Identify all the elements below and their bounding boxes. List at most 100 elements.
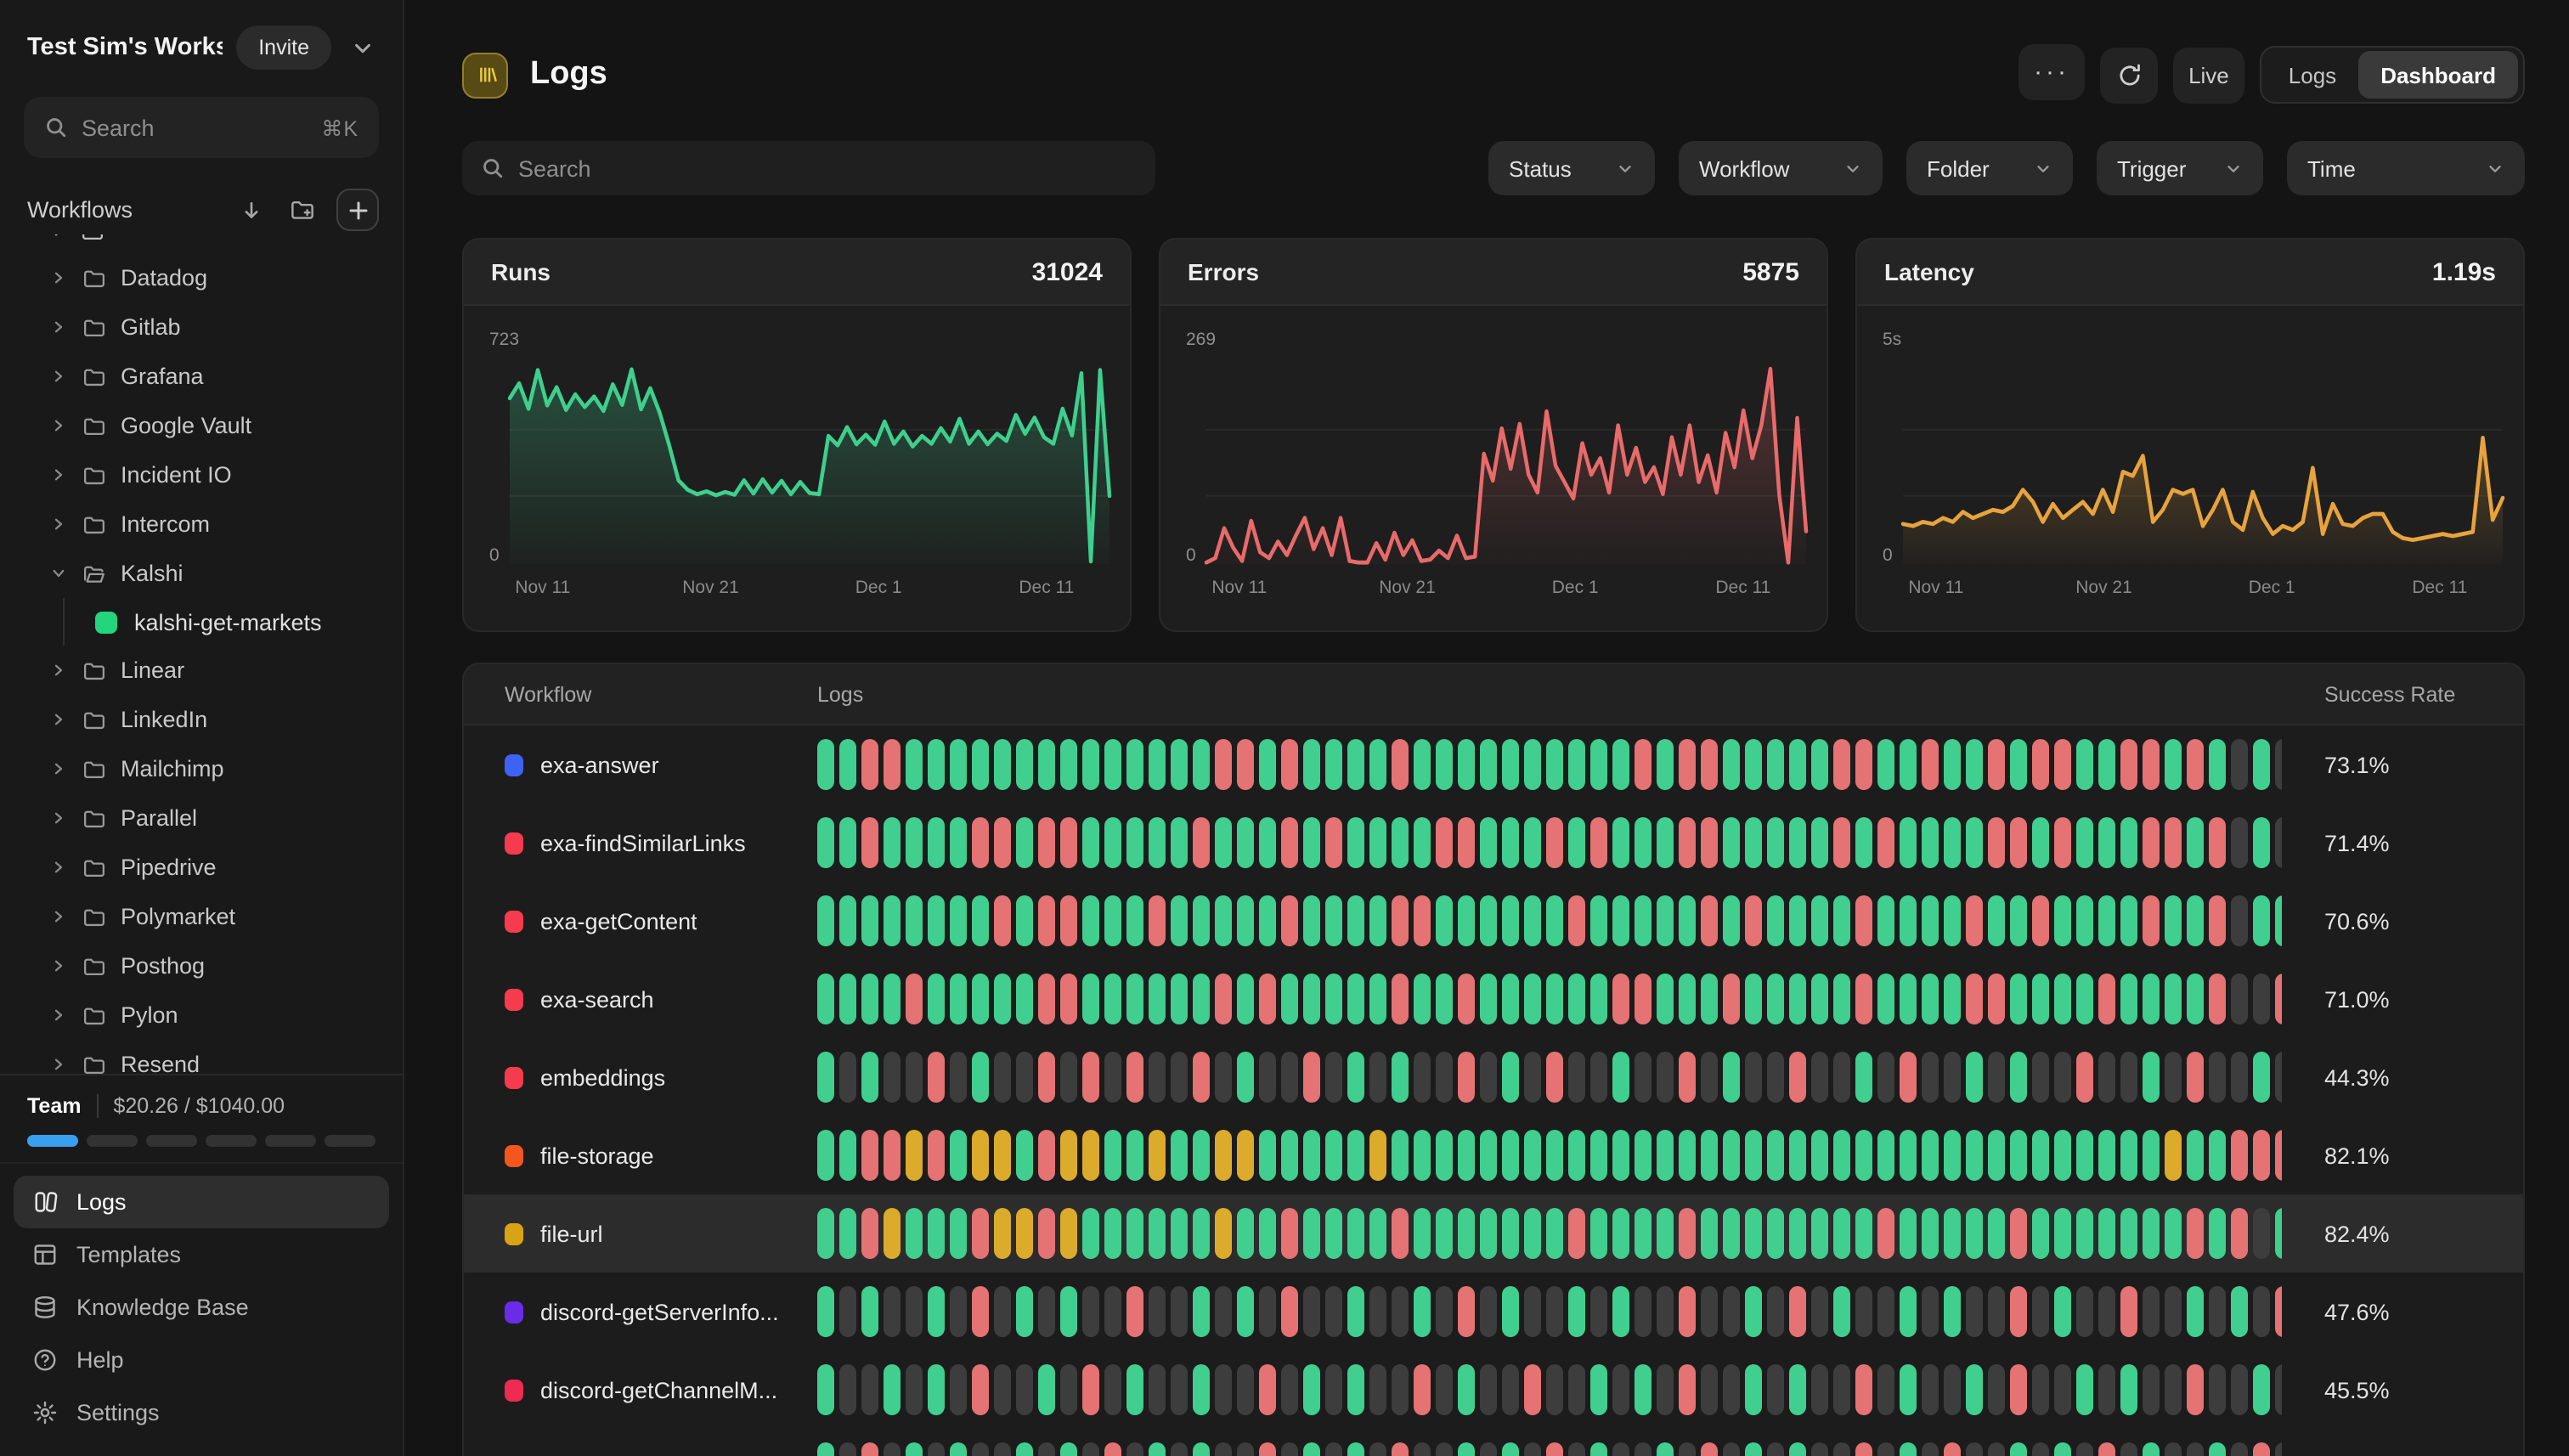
log-status-bar[interactable] (1988, 1130, 2005, 1181)
log-status-bar[interactable] (1060, 895, 1077, 946)
log-status-bar[interactable] (2143, 973, 2160, 1024)
log-status-bar[interactable] (2098, 1208, 2115, 1259)
log-status-bar[interactable] (839, 1208, 856, 1259)
log-status-bar[interactable] (1723, 1052, 1740, 1103)
log-status-bar[interactable] (2010, 1442, 2027, 1456)
folder-item-gitlab[interactable]: Gitlab (0, 302, 403, 352)
log-status-bar[interactable] (1126, 1364, 1143, 1415)
log-status-bar[interactable] (1789, 895, 1806, 946)
log-status-bar[interactable] (817, 973, 834, 1024)
log-status-bar[interactable] (1679, 1364, 1696, 1415)
log-status-bar[interactable] (2010, 817, 2027, 868)
log-status-bar[interactable] (1701, 1052, 1718, 1103)
log-status-bar[interactable] (1568, 1130, 1585, 1181)
log-status-bar[interactable] (1811, 973, 1828, 1024)
log-status-bar[interactable] (1855, 1130, 1872, 1181)
log-status-bar[interactable] (1171, 1130, 1188, 1181)
log-status-bar[interactable] (1900, 1442, 1917, 1456)
log-status-bar[interactable] (2054, 817, 2071, 868)
log-status-bar[interactable] (1811, 1208, 1828, 1259)
log-status-bar[interactable] (1126, 1208, 1143, 1259)
log-status-bar[interactable] (861, 973, 878, 1024)
log-status-bar[interactable] (884, 1208, 901, 1259)
toggle-dashboard[interactable]: Dashboard (2358, 51, 2518, 99)
log-status-bar[interactable] (1944, 1052, 1961, 1103)
log-status-bar[interactable] (1104, 1208, 1121, 1259)
log-status-bar[interactable] (1171, 895, 1188, 946)
log-status-bar[interactable] (1237, 1364, 1254, 1415)
log-status-bar[interactable] (861, 817, 878, 868)
log-status-bar[interactable] (1458, 973, 1475, 1024)
log-status-bar[interactable] (1104, 739, 1121, 790)
log-status-bar[interactable] (2143, 1208, 2160, 1259)
logs-search-input[interactable]: Search (462, 141, 1155, 195)
log-status-bar[interactable] (2209, 817, 2226, 868)
log-status-bar[interactable] (1612, 739, 1629, 790)
log-status-bar[interactable] (1701, 1286, 1718, 1337)
log-status-bar[interactable] (1988, 817, 2005, 868)
log-status-bar[interactable] (1104, 1130, 1121, 1181)
log-status-bar[interactable] (884, 895, 901, 946)
log-status-bar[interactable] (1303, 1208, 1320, 1259)
log-status-bar[interactable] (1414, 1286, 1431, 1337)
log-status-bar[interactable] (906, 1364, 923, 1415)
log-status-bar[interactable] (972, 1364, 989, 1415)
folder-item-google-vault[interactable]: Google Vault (0, 401, 403, 450)
log-status-bar[interactable] (1303, 895, 1320, 946)
log-status-bar[interactable] (1215, 1442, 1232, 1456)
log-status-bar[interactable] (950, 1364, 967, 1415)
log-status-bar[interactable] (839, 973, 856, 1024)
log-status-bar[interactable] (1436, 817, 1453, 868)
log-status-bar[interactable] (1149, 1052, 1166, 1103)
log-status-bar[interactable] (1767, 1442, 1784, 1456)
log-status-bar[interactable] (2275, 973, 2282, 1024)
log-status-bar[interactable] (1414, 973, 1431, 1024)
log-status-bar[interactable] (1259, 1208, 1276, 1259)
log-status-bar[interactable] (1855, 1364, 1872, 1415)
log-status-bar[interactable] (2165, 895, 2182, 946)
log-status-bar[interactable] (2032, 739, 2049, 790)
log-status-bar[interactable] (1922, 1364, 1939, 1415)
log-status-bar[interactable] (1988, 1208, 2005, 1259)
log-status-bar[interactable] (1082, 1130, 1099, 1181)
log-status-bar[interactable] (1016, 1130, 1033, 1181)
log-status-bar[interactable] (1988, 973, 2005, 1024)
log-status-bar[interactable] (1833, 739, 1850, 790)
log-status-bar[interactable] (1833, 1208, 1850, 1259)
log-status-bar[interactable] (1502, 1208, 1519, 1259)
log-status-bar[interactable] (906, 739, 923, 790)
log-status-bar[interactable] (817, 739, 834, 790)
log-status-bar[interactable] (2275, 739, 2282, 790)
log-status-bar[interactable] (1082, 1052, 1099, 1103)
log-status-bar[interactable] (1922, 1052, 1939, 1103)
log-status-bar[interactable] (1126, 817, 1143, 868)
log-status-bar[interactable] (1833, 1364, 1850, 1415)
log-status-bar[interactable] (1325, 1130, 1342, 1181)
log-status-bar[interactable] (2231, 1442, 2248, 1456)
log-status-bar[interactable] (1325, 1442, 1342, 1456)
log-status-bar[interactable] (2253, 739, 2270, 790)
log-status-bar[interactable] (950, 895, 967, 946)
log-status-bar[interactable] (1016, 895, 1033, 946)
log-status-bar[interactable] (884, 973, 901, 1024)
log-status-bar[interactable] (1657, 1130, 1674, 1181)
log-status-bar[interactable] (906, 1208, 923, 1259)
log-status-bar[interactable] (950, 1052, 967, 1103)
log-status-bar[interactable] (839, 1442, 856, 1456)
log-status-bar[interactable] (994, 739, 1011, 790)
log-status-bar[interactable] (972, 1286, 989, 1337)
table-row-file-url[interactable]: file-url82.4% (464, 1194, 2523, 1273)
log-status-bar[interactable] (2253, 1052, 2270, 1103)
log-status-bar[interactable] (861, 895, 878, 946)
log-status-bar[interactable] (1259, 739, 1276, 790)
log-status-bar[interactable] (994, 1364, 1011, 1415)
log-status-bar[interactable] (1414, 817, 1431, 868)
log-status-bar[interactable] (1392, 1442, 1409, 1456)
log-status-bar[interactable] (1612, 1442, 1629, 1456)
log-status-bar[interactable] (2076, 739, 2093, 790)
log-status-bar[interactable] (1723, 973, 1740, 1024)
folder-item-grafana[interactable]: Grafana (0, 352, 403, 401)
log-status-bar[interactable] (1701, 1442, 1718, 1456)
log-status-bar[interactable] (1966, 1052, 1983, 1103)
log-status-bar[interactable] (2187, 1286, 2204, 1337)
